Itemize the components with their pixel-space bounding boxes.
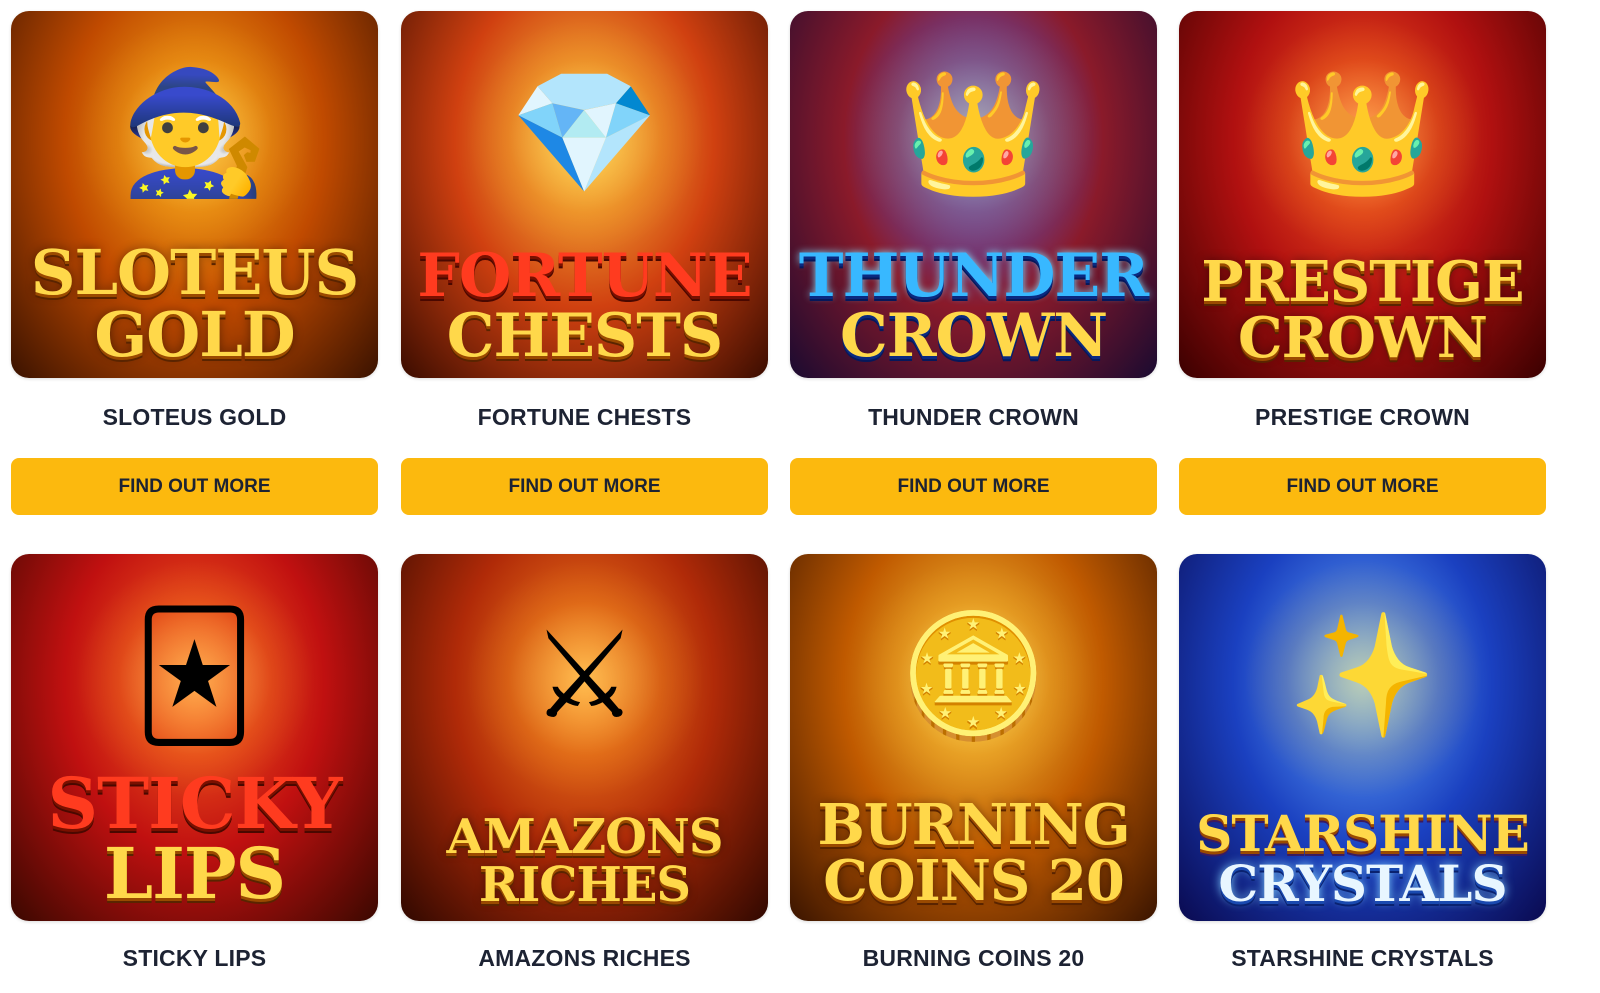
game-logo: SLOTEUS GOLD xyxy=(30,236,360,371)
game-card-sticky-lips: 🃏 STICKY LIPS STICKY LIPS xyxy=(11,554,378,973)
game-title: FORTUNE CHESTS xyxy=(477,404,692,430)
game-card-fortune-chests: 💎 FORTUNE CHESTS FORTUNE CHESTS FIND OUT… xyxy=(401,11,768,515)
game-thumbnail[interactable]: ✨ STARSHINE CRYSTALS xyxy=(1179,554,1546,921)
game-logo: THUNDER CROWN xyxy=(798,241,1149,371)
game-thumbnail[interactable]: 👑 PRESTIGE CROWN xyxy=(1179,11,1546,378)
find-out-more-button[interactable]: FIND OUT MORE xyxy=(401,458,768,515)
game-art-emblem: 👑 xyxy=(898,64,1049,203)
game-art-emblem: ⚔ xyxy=(530,607,639,746)
game-thumbnail[interactable]: 💎 FORTUNE CHESTS xyxy=(401,11,768,378)
game-card-prestige-crown: 👑 PRESTIGE CROWN PRESTIGE CROWN FIND OUT… xyxy=(1179,11,1546,515)
game-title: BURNING COINS 20 xyxy=(862,945,1085,971)
game-thumbnail[interactable]: 🃏 STICKY LIPS xyxy=(11,554,378,921)
game-title: SLOTEUS GOLD xyxy=(102,404,287,430)
game-logo: BURNING COINS 20 xyxy=(817,792,1130,914)
game-thumbnail[interactable]: 🪙 BURNING COINS 20 xyxy=(790,554,1157,921)
find-out-more-button[interactable]: FIND OUT MORE xyxy=(1179,458,1546,515)
game-logo: STICKY LIPS xyxy=(47,762,342,915)
game-title: THUNDER CROWN xyxy=(868,404,1079,430)
game-card-thunder-crown: 👑 THUNDER CROWN THUNDER CROWN FIND OUT M… xyxy=(790,11,1157,515)
find-out-more-button[interactable]: FIND OUT MORE xyxy=(790,458,1157,515)
game-art-emblem: 💎 xyxy=(509,64,660,203)
game-thumbnail[interactable]: ⚔ AMAZONS RICHES xyxy=(401,554,768,921)
game-logo: STARSHINE CRYSTALS xyxy=(1196,804,1529,913)
game-title: STICKY LIPS xyxy=(122,945,267,971)
game-art-emblem: 👑 xyxy=(1287,64,1438,203)
game-title: AMAZONS RICHES xyxy=(478,945,691,971)
game-logo: FORTUNE CHESTS xyxy=(417,241,752,371)
game-art-emblem: 🪙 xyxy=(898,607,1049,746)
game-title: PRESTIGE CROWN xyxy=(1255,404,1470,430)
game-art-emblem: ✨ xyxy=(1287,607,1438,746)
game-art-emblem: 🃏 xyxy=(133,607,256,746)
game-logo: AMAZONS RICHES xyxy=(446,809,723,913)
game-logo: PRESTIGE CROWN xyxy=(1201,249,1524,371)
game-card-starshine-crystals: ✨ STARSHINE CRYSTALS STARSHINE CRYSTALS xyxy=(1179,554,1546,973)
game-title: STARSHINE CRYSTALS xyxy=(1231,945,1494,971)
game-card-burning-coins-20: 🪙 BURNING COINS 20 BURNING COINS 20 xyxy=(790,554,1157,973)
game-thumbnail[interactable]: 🧙 SLOTEUS GOLD xyxy=(11,11,378,378)
find-out-more-button[interactable]: FIND OUT MORE xyxy=(11,458,378,515)
game-thumbnail[interactable]: 👑 THUNDER CROWN xyxy=(790,11,1157,378)
game-art-emblem: 🧙 xyxy=(119,64,270,203)
games-grid: 🧙 SLOTEUS GOLD SLOTEUS GOLD FIND OUT MOR… xyxy=(0,0,1600,993)
game-card-amazons-riches: ⚔ AMAZONS RICHES AMAZONS RICHES xyxy=(401,554,768,973)
game-card-sloteus-gold: 🧙 SLOTEUS GOLD SLOTEUS GOLD FIND OUT MOR… xyxy=(11,11,378,515)
